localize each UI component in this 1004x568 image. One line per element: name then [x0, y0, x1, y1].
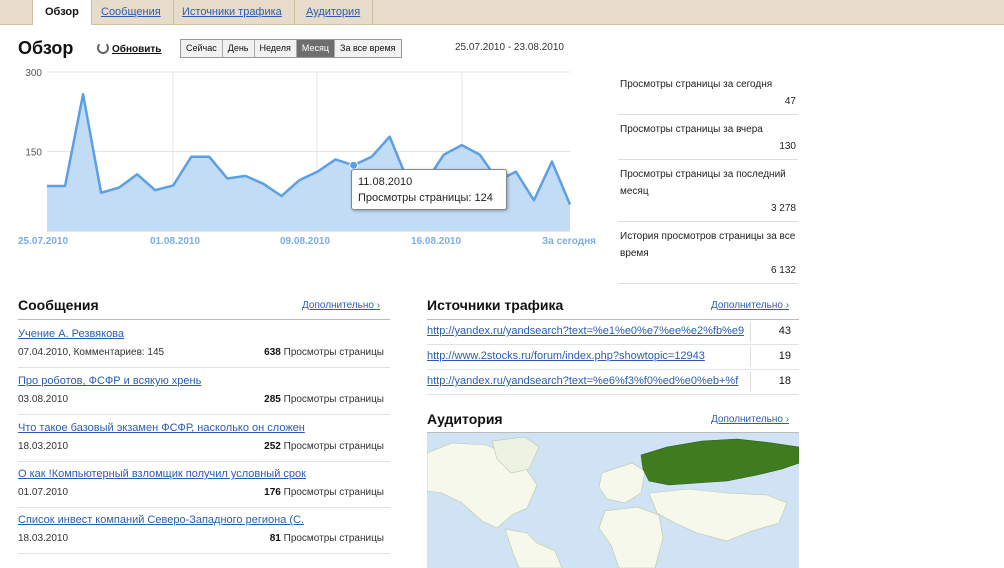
- traffic-source-link[interactable]: http://yandex.ru/yandsearch?text=%e1%e0%…: [427, 325, 745, 337]
- refresh-icon: [97, 42, 109, 54]
- stat-value: 47: [784, 96, 796, 107]
- column-divider: [750, 347, 751, 367]
- traffic-source-link[interactable]: http://yandex.ru/yandsearch?text=%e6%f3%…: [427, 375, 745, 387]
- message-item: Что такое базовый экзамен ФСФР, наскольк…: [18, 414, 390, 462]
- stat-label: Просмотры страницы за последний месяц: [620, 169, 786, 197]
- stat-yesterday: Просмотры страницы за вчера 130: [618, 115, 798, 160]
- traffic-section-title: Источники трафика: [427, 297, 564, 313]
- tooltip-text: Просмотры страницы: 124: [358, 192, 493, 204]
- refresh-link[interactable]: Обновить: [97, 42, 161, 55]
- traffic-source-count: 43: [778, 325, 791, 337]
- audience-section-title: Аудитория: [427, 411, 503, 427]
- tab-messages[interactable]: Сообщения: [89, 0, 174, 24]
- message-title-link[interactable]: Про роботов, ФСФР и всякую хрень: [18, 375, 336, 387]
- period-selector: Сейчас День Неделя Месяц За все время: [180, 39, 402, 58]
- message-meta: 18.03.2010: [18, 533, 69, 544]
- x-tick-label: 01.08.2010: [150, 236, 200, 247]
- message-title-link[interactable]: Учение А. Резвякова: [18, 328, 336, 340]
- traffic-source-row: http://yandex.ru/yandsearch?text=%e6%f3%…: [427, 370, 799, 395]
- message-meta: 18.03.2010: [18, 441, 69, 452]
- audience-more-link[interactable]: Дополнительно ›: [711, 414, 789, 425]
- stat-all-time: История просмотров страницы за все время…: [618, 222, 798, 284]
- messages-more-link[interactable]: Дополнительно ›: [302, 300, 380, 311]
- x-tick-label: 25.07.2010: [18, 236, 68, 247]
- stat-value: 130: [779, 141, 796, 152]
- x-tick-label: 16.08.2010: [411, 236, 461, 247]
- message-views: 176 Просмотры страницы: [264, 487, 384, 498]
- traffic-source-link[interactable]: http://www.2stocks.ru/forum/index.php?sh…: [427, 350, 745, 362]
- message-title-link[interactable]: Список инвест компаний Северо-Западного …: [18, 514, 336, 526]
- x-tick-label: За сегодня: [542, 236, 596, 247]
- tab-audience[interactable]: Аудитория: [294, 0, 374, 24]
- traffic-source-row: http://yandex.ru/yandsearch?text=%e1%e0%…: [427, 320, 799, 345]
- message-item: Про роботов, ФСФР и всякую хрень 03.08.2…: [18, 367, 390, 415]
- chart-tooltip: 11.08.2010 Просмотры страницы: 124: [351, 169, 507, 210]
- message-views: 638 Просмотры страницы: [264, 347, 384, 358]
- period-month-button[interactable]: Месяц: [296, 40, 336, 57]
- series-area: [47, 94, 570, 231]
- stat-value: 6 132: [770, 265, 796, 276]
- audience-world-map[interactable]: [427, 433, 799, 568]
- message-meta: 03.08.2010: [18, 394, 69, 405]
- page-title: Обзор: [18, 38, 74, 58]
- column-divider: [750, 322, 751, 342]
- y-tick-label: 300: [25, 68, 42, 79]
- message-title-link[interactable]: Что такое базовый экзамен ФСФР, наскольк…: [18, 422, 336, 434]
- message-views: 252 Просмотры страницы: [264, 441, 384, 452]
- traffic-more-link[interactable]: Дополнительно ›: [711, 300, 789, 311]
- stat-label: Просмотры страницы за вчера: [620, 124, 763, 135]
- stat-label: Просмотры страницы за сегодня: [620, 79, 773, 90]
- message-title-link[interactable]: О как !Компьютерный взломщик получил усл…: [18, 468, 336, 480]
- pageviews-chart: 150 300 25.07.2010 01.08.2010 09.08.2010 16.0…: [18, 68, 596, 247]
- message-meta: 07.04.2010, Комментариев: 145: [18, 347, 165, 358]
- period-week-button[interactable]: Неделя: [254, 40, 297, 57]
- period-all-time-button[interactable]: За все время: [335, 40, 401, 57]
- message-item: О как !Компьютерный взломщик получил усл…: [18, 460, 390, 508]
- messages-section-title: Сообщения: [18, 297, 99, 313]
- message-item: Учение А. Резвякова 07.04.2010, Коммента…: [18, 320, 390, 368]
- message-item: Список инвест компаний Северо-Западного …: [18, 506, 390, 554]
- stat-value: 3 278: [770, 203, 796, 214]
- period-day-button[interactable]: День: [222, 40, 255, 57]
- stats-panel: Просмотры страницы за сегодня 47 Просмот…: [618, 70, 798, 284]
- stat-label: История просмотров страницы за все время: [620, 231, 796, 259]
- tooltip-date: 11.08.2010: [358, 176, 413, 188]
- traffic-source-count: 18: [778, 375, 791, 387]
- date-range: 25.07.2010 - 23.08.2010: [455, 42, 564, 53]
- message-views: 81 Просмотры страницы: [269, 533, 384, 544]
- stat-today: Просмотры страницы за сегодня 47: [618, 70, 798, 115]
- period-now-button[interactable]: Сейчас: [181, 40, 223, 57]
- traffic-source-count: 19: [778, 350, 791, 362]
- x-tick-label: 09.08.2010: [280, 236, 330, 247]
- tab-overview[interactable]: Обзор: [32, 0, 92, 25]
- stat-last-month: Просмотры страницы за последний месяц 3 …: [618, 160, 798, 222]
- message-meta: 01.07.2010: [18, 487, 69, 498]
- y-tick-label: 150: [25, 148, 42, 159]
- column-divider: [750, 372, 751, 392]
- message-views: 285 Просмотры страницы: [264, 394, 384, 405]
- traffic-source-row: http://www.2stocks.ru/forum/index.php?sh…: [427, 345, 799, 370]
- tab-bar: Обзор Сообщения Источники трафика Аудито…: [0, 0, 1004, 25]
- tab-traffic-sources[interactable]: Источники трафика: [170, 0, 295, 24]
